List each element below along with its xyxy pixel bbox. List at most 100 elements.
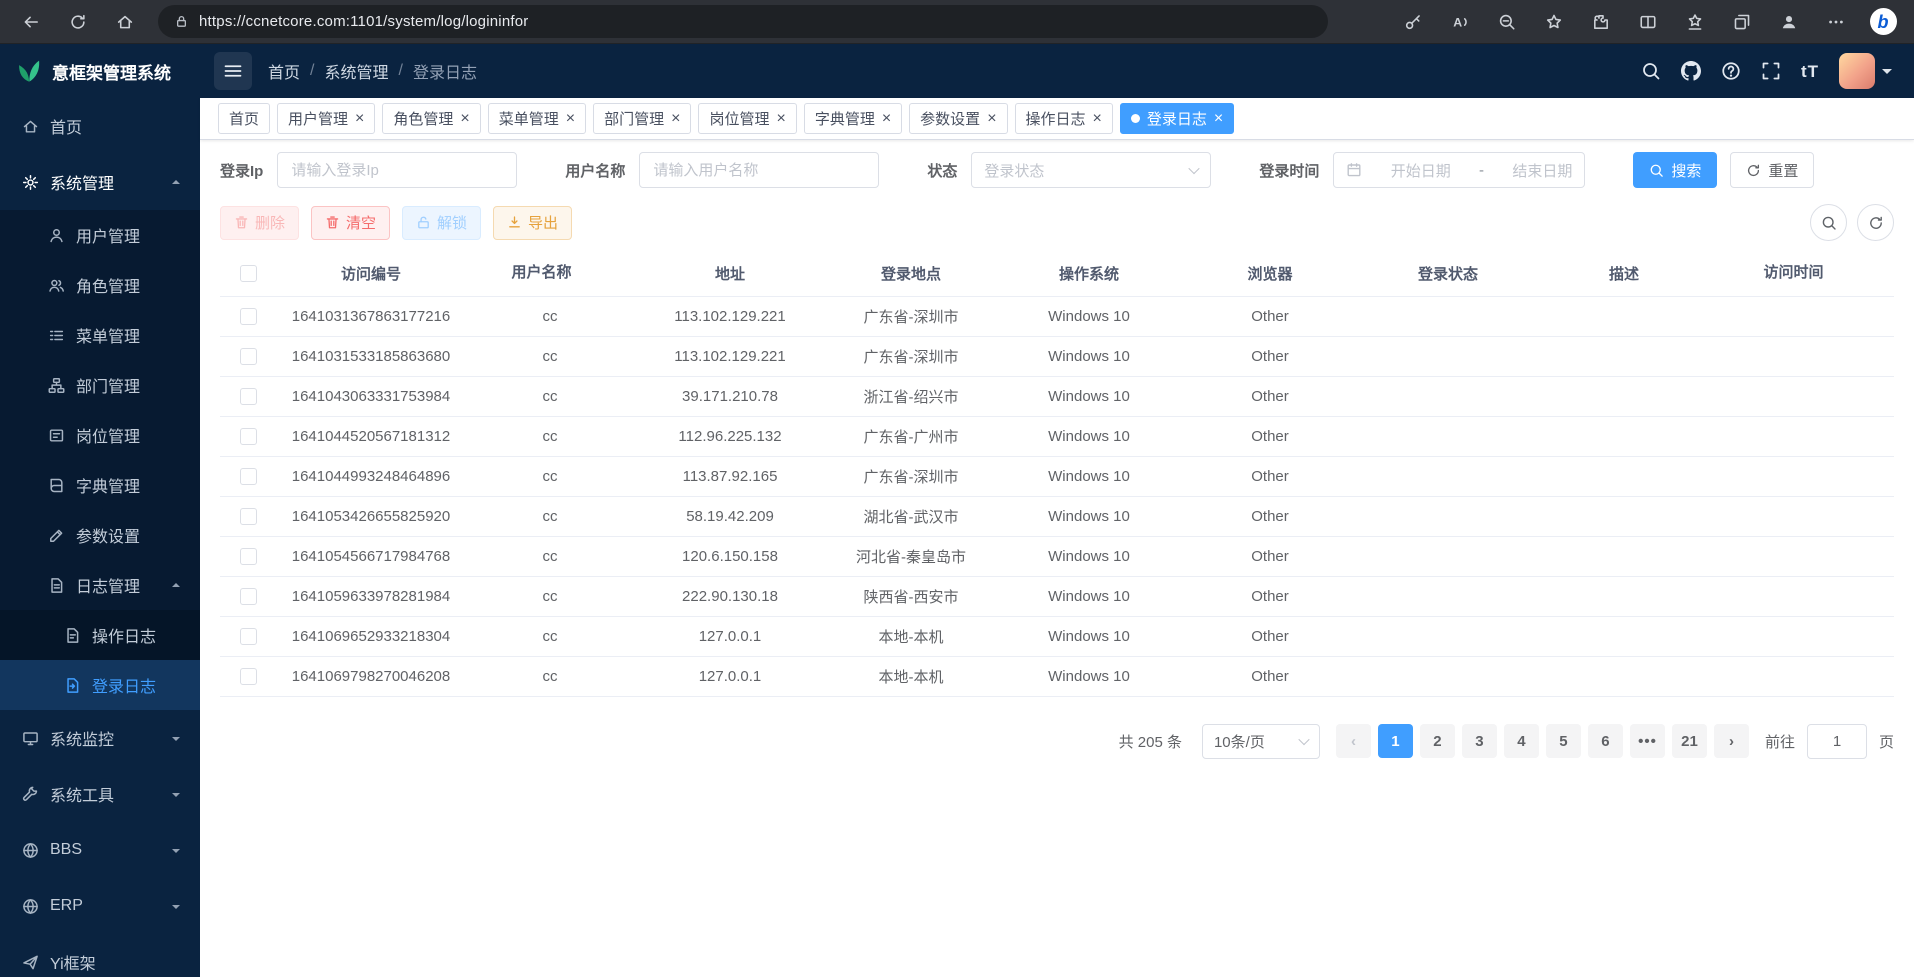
sidebar-item-dict-management[interactable]: 字典管理 [0,460,200,510]
search-button[interactable]: 搜索 [1633,152,1717,188]
row-checkbox[interactable] [240,428,257,445]
pagination-more-button[interactable]: ••• [1630,724,1665,758]
sidebar-item-post-management[interactable]: 岗位管理 [0,410,200,460]
tab-dict-management[interactable]: 字典管理× [804,103,902,134]
browser-extensions-button[interactable] [1580,5,1622,39]
goto-page-input[interactable] [1807,724,1867,759]
pagination-next-button[interactable]: › [1714,724,1749,758]
row-checkbox[interactable] [240,628,257,645]
fullscreen-button[interactable] [1761,61,1781,81]
font-size-button[interactable]: tT [1801,63,1819,80]
browser-home-button[interactable] [104,5,146,39]
pagination-page-21[interactable]: 21 [1672,724,1707,758]
sidebar-item-menu-management[interactable]: 菜单管理 [0,310,200,360]
breadcrumb-item[interactable]: 首页 [268,59,300,83]
close-tab-icon[interactable]: × [776,111,785,127]
search-button[interactable] [1641,61,1661,81]
export-button[interactable]: 导出 [493,206,572,240]
browser-back-button[interactable] [10,5,52,39]
sidebar-item-system-tools[interactable]: 系统工具 [0,766,200,822]
user-avatar[interactable] [1839,53,1875,89]
tab-param-settings[interactable]: 参数设置× [909,103,1007,134]
pagination-page-2[interactable]: 2 [1420,724,1455,758]
delete-button[interactable]: 删除 [220,206,299,240]
user-menu[interactable] [1839,53,1892,89]
tab-home[interactable]: 首页 [218,103,270,134]
browser-favorites-add-button[interactable] [1533,5,1575,39]
browser-split-screen-button[interactable] [1627,5,1669,39]
sidebar-item-erp[interactable]: ERP [0,878,200,934]
status-select[interactable]: 登录状态 [971,152,1211,188]
sidebar-item-yi-framework[interactable]: Yi框架 [0,934,200,977]
close-tab-icon[interactable]: × [566,111,575,127]
close-tab-icon[interactable]: × [460,111,469,127]
tab-login-log[interactable]: 登录日志× [1120,103,1234,134]
sidebar-item-role-management[interactable]: 角色管理 [0,260,200,310]
pagination-page-5[interactable]: 5 [1546,724,1581,758]
browser-key-button[interactable] [1392,5,1434,39]
app-logo[interactable]: 意框架管理系统 [0,44,200,98]
close-tab-icon[interactable]: × [1214,111,1223,127]
sidebar-item-login-log[interactable]: 登录日志 [0,660,200,710]
pagination-page-1[interactable]: 1 [1378,724,1413,758]
row-checkbox[interactable] [240,348,257,365]
tab-post-management[interactable]: 岗位管理× [698,103,796,134]
row-checkbox[interactable] [240,388,257,405]
refresh-table-button[interactable] [1857,204,1894,241]
reset-button[interactable]: 重置 [1730,152,1814,188]
pagination-page-4[interactable]: 4 [1504,724,1539,758]
browser-favorites-bar-button[interactable] [1674,5,1716,39]
sidebar-item-user-management[interactable]: 用户管理 [0,210,200,260]
sort-carets-icon[interactable] [1831,262,1841,285]
login-time-range-picker[interactable]: 开始日期 - 结束日期 [1333,152,1585,188]
sidebar-item-system-management[interactable]: 系统管理 [0,154,200,210]
sidebar-item-bbs[interactable]: BBS [0,822,200,878]
row-checkbox[interactable] [240,308,257,325]
row-checkbox[interactable] [240,508,257,525]
row-checkbox[interactable] [240,468,257,485]
row-checkbox[interactable] [240,548,257,565]
breadcrumb-item[interactable]: 系统管理 [324,59,388,83]
clear-button[interactable]: 清空 [311,206,390,240]
sidebar-item-log-management[interactable]: 日志管理 [0,560,200,610]
user-name-input[interactable] [639,152,879,188]
sidebar-item-param-settings[interactable]: 参数设置 [0,510,200,560]
pagination-page-3[interactable]: 3 [1462,724,1497,758]
sort-carets-icon[interactable] [579,262,589,285]
tab-dept-management[interactable]: 部门管理× [593,103,691,134]
question-button[interactable] [1721,61,1741,81]
sidebar-item-dept-management[interactable]: 部门管理 [0,360,200,410]
close-tab-icon[interactable]: × [1093,111,1102,127]
browser-more-button[interactable] [1815,5,1857,39]
tab-operation-log[interactable]: 操作日志× [1015,103,1113,134]
toggle-search-button[interactable] [1810,204,1847,241]
tab-role-management[interactable]: 角色管理× [382,103,480,134]
browser-profile-button[interactable] [1768,5,1810,39]
browser-read-aloud-button[interactable]: A [1439,5,1481,39]
header-cell-time[interactable]: 访问时间 [1710,251,1894,296]
close-tab-icon[interactable]: × [987,111,996,127]
pagination-prev-button[interactable]: ‹ [1336,724,1371,758]
browser-bing-button[interactable]: b [1862,5,1904,39]
header-cell-user[interactable]: 用户名称 [466,251,634,296]
row-checkbox[interactable] [240,668,257,685]
close-tab-icon[interactable]: × [355,111,364,127]
close-tab-icon[interactable]: × [882,111,891,127]
sidebar-item-operation-log[interactable]: 操作日志 [0,610,200,660]
browser-refresh-button[interactable] [57,5,99,39]
tab-user-management[interactable]: 用户管理× [277,103,375,134]
sidebar-toggle-button[interactable] [214,52,252,90]
github-button[interactable] [1681,61,1701,81]
sidebar-item-home[interactable]: 首页 [0,98,200,154]
close-tab-icon[interactable]: × [671,111,680,127]
page-size-select[interactable]: 10条/页 [1202,724,1320,759]
login-ip-input[interactable] [277,152,517,188]
tab-menu-management[interactable]: 菜单管理× [488,103,586,134]
row-checkbox[interactable] [240,588,257,605]
sidebar-item-system-monitor[interactable]: 系统监控 [0,710,200,766]
browser-zoom-out-button[interactable] [1486,5,1528,39]
pagination-page-6[interactable]: 6 [1588,724,1623,758]
address-bar[interactable]: https://ccnetcore.com:1101/system/log/lo… [158,5,1328,38]
browser-collections-button[interactable] [1721,5,1763,39]
unlock-button[interactable]: 解锁 [402,206,481,240]
